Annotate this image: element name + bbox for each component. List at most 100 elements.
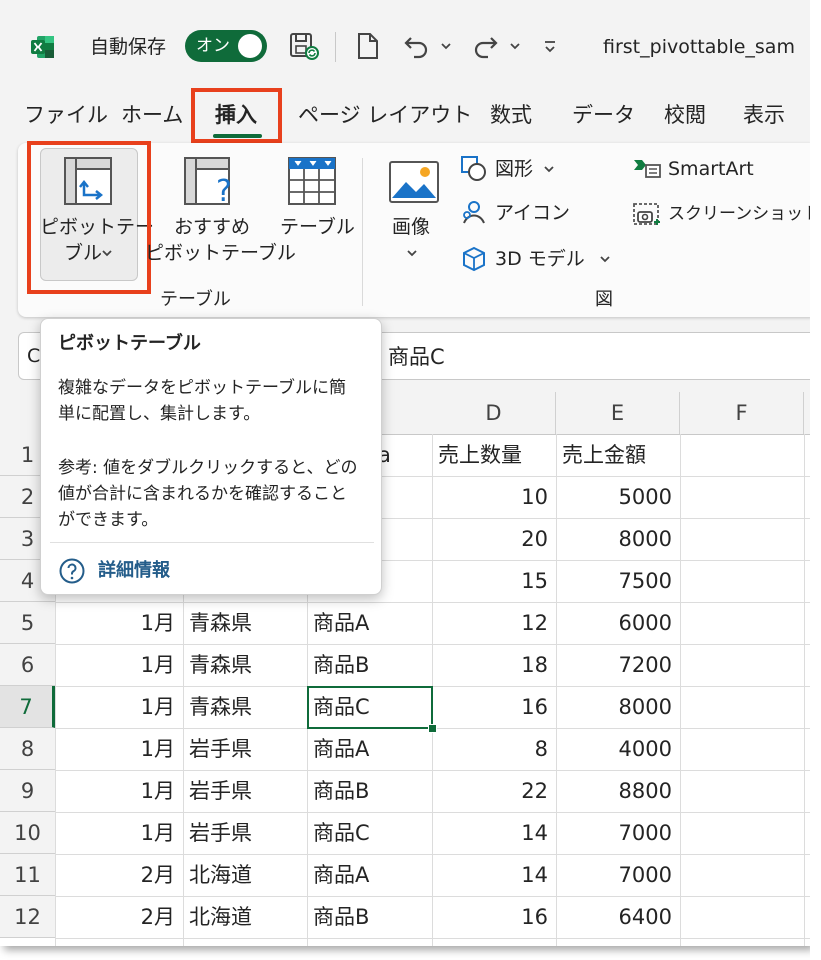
cell-d10[interactable]: 14 <box>432 812 556 854</box>
cell-a7[interactable]: 1月 <box>55 686 183 728</box>
new-file-icon[interactable] <box>354 30 382 62</box>
cell-d11[interactable]: 14 <box>432 854 556 896</box>
cell-d5[interactable]: 12 <box>432 602 556 644</box>
cell-c6[interactable]: 商品B <box>307 644 432 686</box>
cell-b5[interactable]: 青森県 <box>183 602 307 644</box>
icons-icon[interactable] <box>460 199 488 227</box>
cell-c8[interactable]: 商品A <box>307 728 432 770</box>
save-icon[interactable] <box>287 30 321 62</box>
cell-e2[interactable]: 5000 <box>556 476 680 518</box>
cell-d3[interactable]: 20 <box>432 518 556 560</box>
cell-c11[interactable]: 商品A <box>307 854 432 896</box>
undo-icon[interactable] <box>402 30 432 62</box>
recommended-pivottable-icon[interactable]: ? <box>182 155 238 207</box>
autosave-toggle[interactable]: オン <box>185 30 267 62</box>
cell-a6[interactable]: 1月 <box>55 644 183 686</box>
row-header[interactable]: 9 <box>0 770 55 812</box>
cell-d1[interactable]: 売上数量 <box>432 434 556 476</box>
highlight-box-pivottable <box>27 141 151 294</box>
cell-b11[interactable]: 北海道 <box>183 854 307 896</box>
undo-dropdown-chevron-down-icon[interactable] <box>438 30 454 62</box>
cell-a8[interactable]: 1月 <box>55 728 183 770</box>
tab-home[interactable]: ホーム <box>121 100 183 130</box>
cell-e1[interactable]: 売上金額 <box>556 434 680 476</box>
tooltip-tip-line2: 値が合計に含まれるかを確認すること <box>58 484 347 504</box>
redo-dropdown-chevron-down-icon[interactable] <box>507 30 523 62</box>
3d-model-chevron-down-icon <box>600 256 610 263</box>
group-label-illustrations: 図 <box>595 289 613 310</box>
autosave-state: オン <box>196 36 230 56</box>
title-bar: 自動保存 オン first_pivottable_sam <box>0 0 810 92</box>
cell-c12[interactable]: 商品B <box>307 896 432 938</box>
tab-data[interactable]: データ <box>572 100 635 130</box>
cell-b9[interactable]: 岩手県 <box>183 770 307 812</box>
cell-a5[interactable]: 1月 <box>55 602 183 644</box>
table-label: テーブル <box>280 216 355 238</box>
tab-page-layout[interactable]: ページ レイアウト <box>298 100 472 130</box>
cell-e6[interactable]: 7200 <box>556 644 680 686</box>
cell-b6[interactable]: 青森県 <box>183 644 307 686</box>
cell-e5[interactable]: 6000 <box>556 602 680 644</box>
cell-e12[interactable]: 6400 <box>556 896 680 938</box>
cell-c5[interactable]: 商品A <box>307 602 432 644</box>
cell-e10[interactable]: 7000 <box>556 812 680 854</box>
file-name: first_pivottable_sam <box>603 36 795 58</box>
cell-e8[interactable]: 4000 <box>556 728 680 770</box>
tab-view[interactable]: 表示 <box>743 100 785 130</box>
row-header[interactable]: 10 <box>0 812 55 854</box>
cell-c10[interactable]: 商品C <box>307 812 432 854</box>
cell-a12[interactable]: 2月 <box>55 896 183 938</box>
shapes-chevron-down-icon <box>544 166 554 173</box>
column-header-f[interactable]: F <box>680 392 804 434</box>
image-icon[interactable] <box>388 160 440 204</box>
help-circle-icon[interactable] <box>58 557 86 585</box>
formula-bar-value: 商品C <box>388 345 445 369</box>
cell-a11[interactable]: 2月 <box>55 854 183 896</box>
cell-e7[interactable]: 8000 <box>556 686 680 728</box>
icons-label: アイコン <box>495 202 571 224</box>
row-header[interactable]: 12 <box>0 896 55 938</box>
cell-d7[interactable]: 16 <box>432 686 556 728</box>
ribbon-group-separator <box>362 158 363 306</box>
row-header[interactable]: 8 <box>0 728 55 770</box>
cell-d8[interactable]: 8 <box>432 728 556 770</box>
table-icon[interactable] <box>286 155 338 207</box>
toggle-knob <box>238 34 262 58</box>
cell-a9[interactable]: 1月 <box>55 770 183 812</box>
cell-b8[interactable]: 岩手県 <box>183 728 307 770</box>
cell-c9[interactable]: 商品B <box>307 770 432 812</box>
tab-review[interactable]: 校閲 <box>664 100 706 130</box>
cell-d6[interactable]: 18 <box>432 644 556 686</box>
tab-file[interactable]: ファイル <box>24 100 108 130</box>
row-header[interactable]: 11 <box>0 854 55 896</box>
column-header-d[interactable]: D <box>432 392 556 434</box>
tab-formulas[interactable]: 数式 <box>490 100 532 130</box>
cell-e11[interactable]: 7000 <box>556 854 680 896</box>
shapes-icon[interactable] <box>460 155 488 183</box>
selected-cell-outline <box>307 686 433 729</box>
cell-d2[interactable]: 10 <box>432 476 556 518</box>
cell-a10[interactable]: 1月 <box>55 812 183 854</box>
column-header-e[interactable]: E <box>556 392 680 434</box>
tooltip-more-info-link[interactable]: 詳細情報 <box>98 558 170 584</box>
customize-toolbar-icon[interactable] <box>540 30 560 62</box>
redo-icon[interactable] <box>470 30 500 62</box>
cell-d9[interactable]: 22 <box>432 770 556 812</box>
3d-model-icon[interactable] <box>460 245 488 273</box>
cell-d4[interactable]: 15 <box>432 560 556 602</box>
row-header[interactable]: 5 <box>0 602 55 644</box>
fill-handle[interactable] <box>428 724 437 733</box>
row-header-active[interactable]: 7 <box>0 686 55 728</box>
cell-b7[interactable]: 青森県 <box>183 686 307 728</box>
image-chevron-down-icon <box>407 250 417 257</box>
cell-e9[interactable]: 8800 <box>556 770 680 812</box>
cell-e4[interactable]: 7500 <box>556 560 680 602</box>
smartart-icon[interactable] <box>632 156 662 182</box>
3d-model-label: 3D モデル <box>495 248 585 270</box>
screenshot-icon[interactable] <box>632 200 662 228</box>
cell-e3[interactable]: 8000 <box>556 518 680 560</box>
cell-b10[interactable]: 岩手県 <box>183 812 307 854</box>
row-header[interactable]: 6 <box>0 644 55 686</box>
cell-d12[interactable]: 16 <box>432 896 556 938</box>
cell-b12[interactable]: 北海道 <box>183 896 307 938</box>
